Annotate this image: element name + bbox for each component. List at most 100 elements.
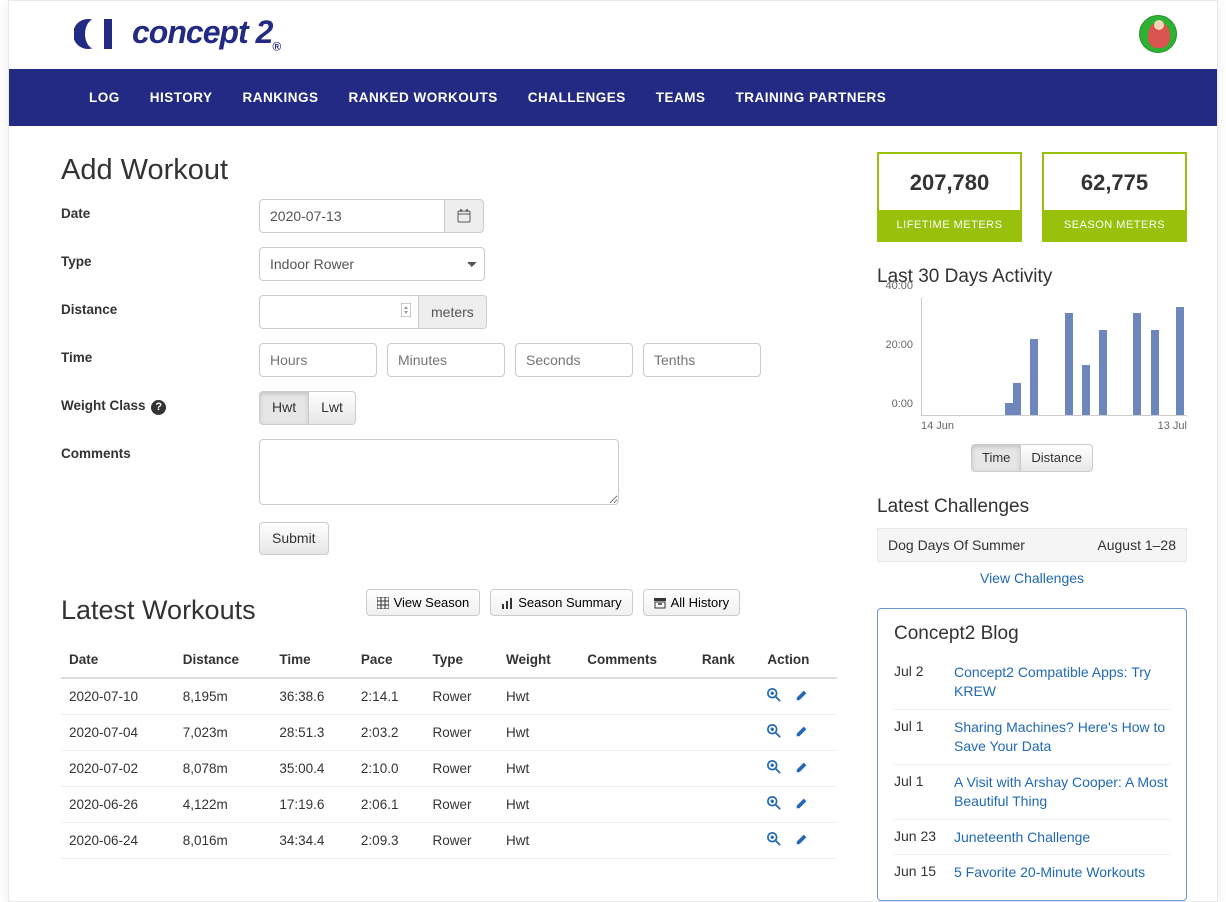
blog-link[interactable]: Concept2 Compatible Apps: Try KREW bbox=[954, 663, 1170, 701]
chart-x-end: 13 Jul bbox=[1158, 420, 1187, 432]
latest-heading: Latest Workouts bbox=[61, 595, 256, 626]
header: concept 2® bbox=[9, 1, 1217, 69]
weight-lwt-button[interactable]: Lwt bbox=[309, 391, 356, 425]
blog-link[interactable]: Juneteenth Challenge bbox=[954, 828, 1090, 847]
table-row: 2020-07-108,195m36:38.62:14.1RowerHwt bbox=[61, 678, 837, 715]
distance-input[interactable] bbox=[259, 295, 419, 329]
blog-row: Jun 23Juneteenth Challenge bbox=[894, 819, 1170, 855]
blog-date: Jul 1 bbox=[894, 773, 940, 811]
edit-icon[interactable] bbox=[795, 688, 809, 705]
activity-heading: Last 30 Days Activity bbox=[877, 266, 1187, 288]
blog-row: Jul 1 A Visit with Arshay Cooper: A Most … bbox=[894, 764, 1170, 819]
blog-row: Jul 1 Sharing Machines? Here's How to Sav… bbox=[894, 709, 1170, 764]
workouts-table: DateDistanceTimePaceTypeWeightCommentsRa… bbox=[61, 642, 837, 859]
chart-bar bbox=[1030, 339, 1038, 415]
all-history-button[interactable]: All History bbox=[643, 589, 741, 616]
challenges-heading: Latest Challenges bbox=[877, 496, 1187, 518]
chart-bar bbox=[1133, 313, 1141, 415]
edit-icon[interactable] bbox=[795, 724, 809, 741]
chart-toggle: Time Distance bbox=[971, 444, 1093, 472]
seconds-input[interactable] bbox=[515, 343, 633, 377]
weight-label: Weight Class ? bbox=[61, 391, 259, 415]
chart-bar bbox=[1151, 330, 1159, 415]
chart-bar bbox=[1082, 365, 1090, 415]
page-heading: Add Workout bbox=[61, 154, 837, 187]
logo[interactable]: concept 2® bbox=[74, 13, 280, 55]
blog-link[interactable]: A Visit with Arshay Cooper: A Most Beaut… bbox=[954, 773, 1170, 811]
view-challenges-link[interactable]: View Challenges bbox=[980, 570, 1084, 586]
edit-icon[interactable] bbox=[795, 832, 809, 849]
blog-row: Jul 2Concept2 Compatible Apps: Try KREW bbox=[894, 655, 1170, 709]
nav-rankings[interactable]: RANKINGS bbox=[228, 69, 334, 126]
weight-toggle: Hwt Lwt bbox=[259, 391, 356, 425]
chart-time-button[interactable]: Time bbox=[971, 444, 1021, 472]
minutes-input[interactable] bbox=[387, 343, 505, 377]
user-avatar[interactable] bbox=[1139, 15, 1177, 53]
table-row: 2020-07-047,023m28:51.32:03.2RowerHwt bbox=[61, 715, 837, 751]
table-row: 2020-07-028,078m35:00.42:10.0RowerHwt bbox=[61, 751, 837, 787]
chart-bar bbox=[1065, 313, 1073, 415]
column-header: Type bbox=[425, 642, 499, 678]
nav-teams[interactable]: TEAMS bbox=[641, 69, 721, 126]
activity-chart: 0:0020:0040:00 14 Jun 13 Jul bbox=[877, 298, 1187, 438]
hours-input[interactable] bbox=[259, 343, 377, 377]
weight-hwt-button[interactable]: Hwt bbox=[259, 391, 309, 425]
zoom-icon[interactable] bbox=[767, 688, 781, 705]
nav-challenges[interactable]: CHALLENGES bbox=[513, 69, 641, 126]
calendar-icon bbox=[457, 209, 471, 223]
archive-icon bbox=[654, 597, 666, 609]
grid-icon bbox=[377, 597, 389, 609]
help-icon[interactable]: ? bbox=[151, 400, 166, 415]
challenge-row[interactable]: Dog Days Of SummerAugust 1–28 bbox=[877, 528, 1187, 562]
edit-icon[interactable] bbox=[795, 760, 809, 777]
chart-distance-button[interactable]: Distance bbox=[1021, 444, 1093, 472]
chart-bar bbox=[1005, 403, 1013, 415]
column-header: Rank bbox=[694, 642, 760, 678]
nav-ranked-workouts[interactable]: RANKED WORKOUTS bbox=[334, 69, 513, 126]
column-header: Date bbox=[61, 642, 175, 678]
chart-bar bbox=[1099, 330, 1107, 415]
zoom-icon[interactable] bbox=[767, 832, 781, 849]
date-input[interactable] bbox=[259, 199, 445, 233]
column-header: Time bbox=[271, 642, 353, 678]
lifetime-meters-box: 207,780 LIFETIME METERS bbox=[877, 152, 1022, 242]
zoom-icon[interactable] bbox=[767, 724, 781, 741]
type-select[interactable]: Indoor Rower bbox=[259, 247, 485, 281]
nav-training-partners[interactable]: TRAINING PARTNERS bbox=[721, 69, 902, 126]
blog-box: Concept2 Blog Jul 2Concept2 Compatible A… bbox=[877, 608, 1187, 901]
edit-icon[interactable] bbox=[795, 796, 809, 813]
distance-unit: meters bbox=[419, 295, 487, 329]
bar-chart-icon bbox=[501, 597, 513, 609]
blog-date: Jul 1 bbox=[894, 718, 940, 756]
blog-link[interactable]: 5 Favorite 20-Minute Workouts bbox=[954, 863, 1145, 882]
comments-textarea[interactable] bbox=[259, 439, 619, 505]
season-summary-button[interactable]: Season Summary bbox=[490, 589, 632, 616]
season-meters-box: 62,775 SEASON METERS bbox=[1042, 152, 1187, 242]
submit-button[interactable]: Submit bbox=[259, 522, 329, 556]
tenths-input[interactable] bbox=[643, 343, 761, 377]
blog-date: Jun 15 bbox=[894, 863, 940, 882]
logo-mark-icon bbox=[74, 15, 126, 53]
chart-x-start: 14 Jun bbox=[921, 420, 954, 432]
column-header: Distance bbox=[175, 642, 272, 678]
calendar-button[interactable] bbox=[445, 199, 484, 233]
zoom-icon[interactable] bbox=[767, 796, 781, 813]
nav-history[interactable]: HISTORY bbox=[135, 69, 228, 126]
column-header: Pace bbox=[353, 642, 425, 678]
column-header: Action bbox=[759, 642, 837, 678]
comments-label: Comments bbox=[61, 439, 259, 461]
time-label: Time bbox=[61, 343, 259, 365]
stepper-icon bbox=[401, 303, 411, 320]
zoom-icon[interactable] bbox=[767, 760, 781, 777]
column-header: Weight bbox=[498, 642, 579, 678]
column-header: Comments bbox=[579, 642, 694, 678]
blog-link[interactable]: Sharing Machines? Here's How to Save You… bbox=[954, 718, 1170, 756]
main-nav: LOG HISTORY RANKINGS RANKED WORKOUTS CHA… bbox=[9, 69, 1217, 126]
nav-log[interactable]: LOG bbox=[74, 69, 135, 126]
blog-heading: Concept2 Blog bbox=[894, 623, 1170, 645]
lifetime-meters-value: 207,780 bbox=[879, 154, 1020, 210]
blog-row: Jun 15 5 Favorite 20-Minute Workouts bbox=[894, 854, 1170, 890]
chart-bar bbox=[1013, 383, 1021, 415]
view-season-button[interactable]: View Season bbox=[366, 589, 481, 616]
table-row: 2020-06-264,122m17:19.62:06.1RowerHwt bbox=[61, 787, 837, 823]
